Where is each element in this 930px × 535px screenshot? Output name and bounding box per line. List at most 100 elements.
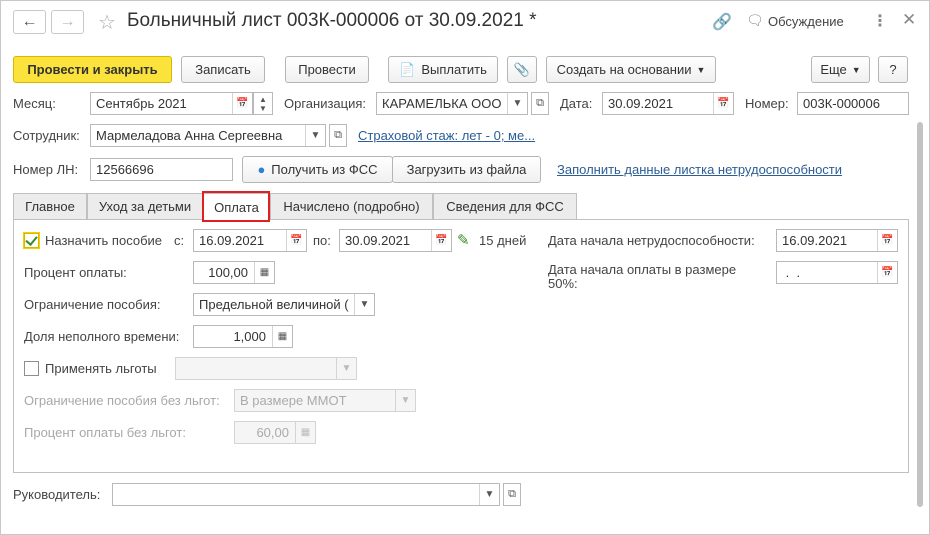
pay-start-value: . .	[782, 265, 801, 280]
number-field[interactable]: 003К-000006	[797, 92, 909, 115]
number-label: Номер:	[745, 96, 789, 111]
back-button[interactable]: ←	[13, 10, 46, 34]
from-date-field[interactable]: 16.09.2021 📅	[193, 229, 307, 252]
star-icon[interactable]: ☆	[98, 10, 116, 35]
vertical-scrollbar[interactable]	[915, 116, 925, 518]
create-based-on-label: Создать на основании	[556, 62, 692, 77]
open-manager-icon[interactable]: ⧉	[503, 483, 521, 506]
post-button[interactable]: Провести	[285, 56, 369, 83]
to-date-field[interactable]: 30.09.2021 📅	[339, 229, 452, 252]
pay-start-label-line2: 50%:	[548, 276, 578, 291]
attach-button[interactable]: 📎	[507, 56, 537, 83]
open-organization-icon[interactable]: ⧉	[531, 92, 549, 115]
fill-sick-leave-data-link[interactable]: Заполнить данные листка нетрудоспособнос…	[557, 162, 842, 177]
percent-field[interactable]: 100,00 ▦	[193, 261, 275, 284]
ln-number-field[interactable]: 12566696	[90, 158, 233, 181]
apply-benefits-checkbox[interactable]	[24, 361, 39, 376]
month-spin-button[interactable]: ▲ ▼	[253, 92, 273, 115]
dropdown-icon[interactable]: ▼	[395, 390, 415, 411]
employee-value: Мармеладова Анна Сергеевна	[96, 128, 283, 143]
insurance-experience-link[interactable]: Страховой стаж: лет - 0; ме...	[358, 128, 535, 143]
disability-start-value: 16.09.2021	[782, 233, 848, 248]
page-title: Больничный лист 003К-000006 от 30.09.202…	[127, 10, 537, 31]
dropdown-icon[interactable]: ▼	[305, 125, 325, 146]
calendar-icon[interactable]: 📅	[431, 230, 451, 251]
chat-icon[interactable]: 🗨	[746, 12, 764, 29]
pay-start-label: Дата начала оплаты в размере	[548, 262, 737, 277]
days-count: 15 дней	[479, 233, 527, 248]
benefit-limit-label: Ограничение пособия:	[24, 297, 161, 312]
limit-no-benefits-label: Ограничение пособия без льгот:	[24, 393, 220, 408]
manager-field[interactable]: ▼	[112, 483, 500, 506]
calculator-icon[interactable]: ▦	[272, 326, 292, 347]
scrollbar-thumb[interactable]	[917, 122, 923, 507]
get-from-fss-button[interactable]: ● Получить из ФСС	[242, 156, 393, 183]
spin-up-icon: ▲	[259, 94, 267, 104]
dropdown-icon[interactable]: ▼	[479, 484, 499, 505]
percent-no-benefits-value: 60,00	[256, 425, 289, 440]
pencil-icon[interactable]: ✎	[457, 231, 470, 249]
more-vertical-icon[interactable]: ⋮	[872, 11, 888, 31]
ln-number-value: 12566696	[96, 162, 154, 177]
assign-benefit-checkbox[interactable]	[23, 232, 40, 249]
tab-fss-info[interactable]: Сведения для ФСС	[433, 193, 577, 219]
pay-button-label: Выплатить	[421, 62, 487, 77]
tab-main[interactable]: Главное	[13, 193, 87, 219]
calendar-icon[interactable]: 📅	[286, 230, 306, 251]
close-icon[interactable]: ✕	[902, 10, 916, 30]
month-field[interactable]: Сентябрь 2021 📅	[90, 92, 253, 115]
limit-no-benefits-field[interactable]: В размере ММОТ ▼	[234, 389, 416, 412]
calendar-icon[interactable]: 📅	[232, 93, 252, 114]
post-and-close-button[interactable]: Провести и закрыть	[13, 56, 172, 83]
calculator-icon[interactable]: ▦	[254, 262, 274, 283]
date-label: Дата:	[560, 96, 593, 111]
to-date-value: 30.09.2021	[345, 233, 411, 248]
open-employee-icon[interactable]: ⧉	[329, 124, 347, 147]
date-field[interactable]: 30.09.2021 📅	[602, 92, 734, 115]
assign-benefit-label: Назначить пособие	[45, 233, 163, 248]
disability-start-field[interactable]: 16.09.2021 📅	[776, 229, 898, 252]
benefits-field[interactable]: ▼	[175, 357, 357, 380]
benefit-limit-value: Предельной величиной (	[199, 297, 349, 312]
more-button-label: Еще	[820, 62, 847, 77]
benefit-limit-field[interactable]: Предельной величиной ( ▼	[193, 293, 375, 316]
organization-value: КАРАМЕЛЬКА ООО	[382, 96, 502, 111]
fss-icon: ●	[257, 162, 266, 177]
month-value: Сентябрь 2021	[96, 96, 187, 111]
calendar-icon[interactable]: 📅	[877, 262, 897, 283]
load-from-file-button[interactable]: Загрузить из файла	[392, 156, 541, 183]
part-time-field[interactable]: 1,000 ▦	[193, 325, 293, 348]
date-value: 30.09.2021	[608, 96, 674, 111]
from-label: с:	[174, 233, 185, 248]
paperclip-icon: 📎	[513, 61, 531, 77]
dropdown-icon[interactable]: ▼	[507, 93, 527, 114]
forward-button[interactable]: →	[51, 10, 84, 34]
discussion-button[interactable]: Обсуждение	[768, 14, 844, 29]
limit-no-benefits-value: В размере ММОТ	[240, 393, 347, 408]
calendar-icon[interactable]: 📅	[713, 93, 733, 114]
link-icon[interactable]: 🔗	[712, 12, 732, 32]
apply-benefits-label: Применять льготы	[45, 361, 157, 376]
percent-value: 100,00	[208, 265, 248, 280]
tab-child-care[interactable]: Уход за детьми	[87, 193, 203, 219]
create-based-on-button[interactable]: Создать на основании ▼	[546, 56, 716, 83]
disability-start-label: Дата начала нетрудоспособности:	[548, 233, 755, 248]
dropdown-icon[interactable]: ▼	[336, 358, 356, 379]
save-button[interactable]: Записать	[181, 56, 265, 83]
caret-down-icon: ▼	[696, 64, 706, 75]
get-from-fss-label: Получить из ФСС	[271, 162, 378, 177]
percent-no-benefits-label: Процент оплаты без льгот:	[24, 425, 186, 440]
tab-accrued-detailed[interactable]: Начислено (подробно)	[270, 193, 433, 219]
spin-down-icon: ▼	[259, 103, 267, 113]
help-button[interactable]: ?	[878, 56, 908, 83]
number-value: 003К-000006	[803, 96, 880, 111]
percent-no-benefits-field[interactable]: 60,00 ▦	[234, 421, 316, 444]
pay-button[interactable]: 📄 Выплатить	[388, 56, 498, 83]
calculator-icon[interactable]: ▦	[295, 422, 315, 443]
pay-start-field[interactable]: . . 📅	[776, 261, 898, 284]
calendar-icon[interactable]: 📅	[877, 230, 897, 251]
employee-field[interactable]: Мармеладова Анна Сергеевна ▼	[90, 124, 326, 147]
organization-field[interactable]: КАРАМЕЛЬКА ООО ▼	[376, 92, 528, 115]
more-button[interactable]: Еще ▼	[811, 56, 870, 83]
dropdown-icon[interactable]: ▼	[354, 294, 374, 315]
